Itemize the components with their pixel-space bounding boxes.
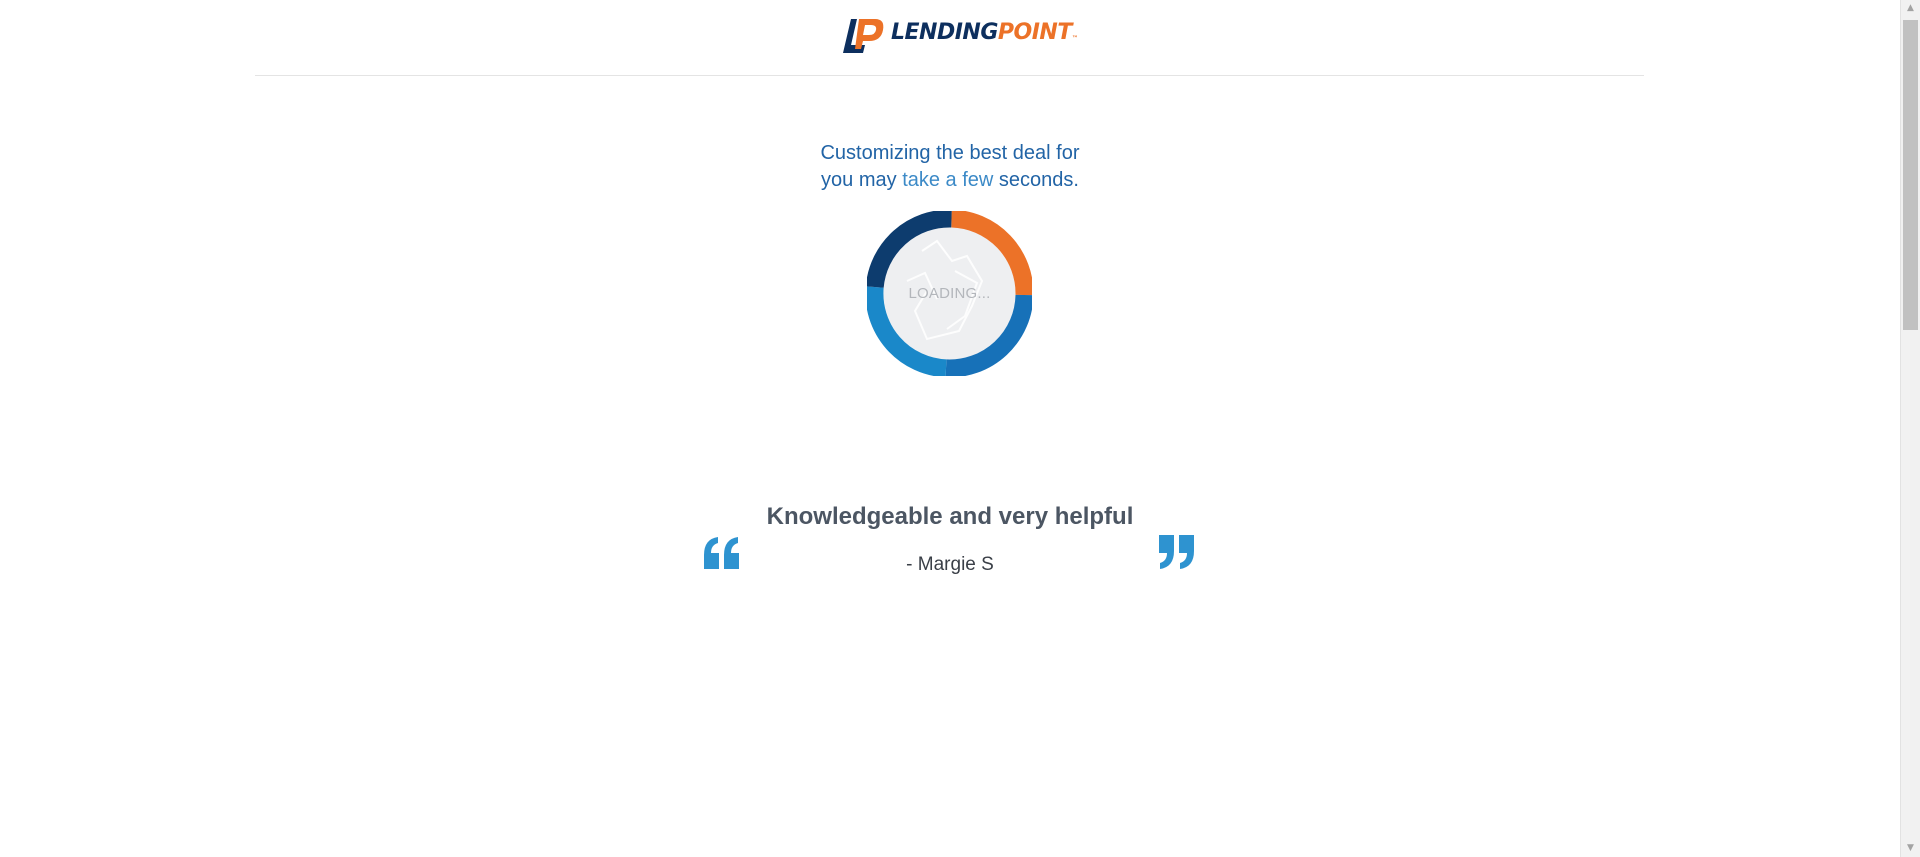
scroll-thumb[interactable] — [1903, 20, 1918, 330]
status-line-1: Customizing the best deal for — [820, 142, 1080, 164]
logo-mark-icon — [843, 19, 884, 53]
page: LENDINGPOINT™ Customizing the best deal … — [0, 0, 1920, 857]
scroll-up-arrow-icon[interactable]: ▲ — [1901, 0, 1920, 17]
testimonial-quote: Knowledgeable and very helpful — [766, 503, 1134, 530]
loading-label: LOADING... — [908, 285, 991, 302]
vertical-scrollbar[interactable]: ▲ ▼ — [1900, 0, 1920, 857]
status-message: Customizing the best deal for you may ta… — [0, 140, 1900, 194]
close-quote-icon — [1159, 535, 1194, 569]
testimonial-author: - Margie S — [906, 554, 994, 575]
loading-spinner: LOADING... — [867, 211, 1032, 376]
logo-wordmark: LENDINGPOINT™ — [891, 20, 1078, 45]
lendingpoint-logo[interactable]: LENDINGPOINT™ — [839, 17, 1078, 55]
header: LENDINGPOINT™ — [255, 0, 1644, 76]
scroll-down-arrow-icon[interactable]: ▼ — [1901, 840, 1920, 857]
status-line-2: you may take a few seconds. — [821, 169, 1079, 191]
